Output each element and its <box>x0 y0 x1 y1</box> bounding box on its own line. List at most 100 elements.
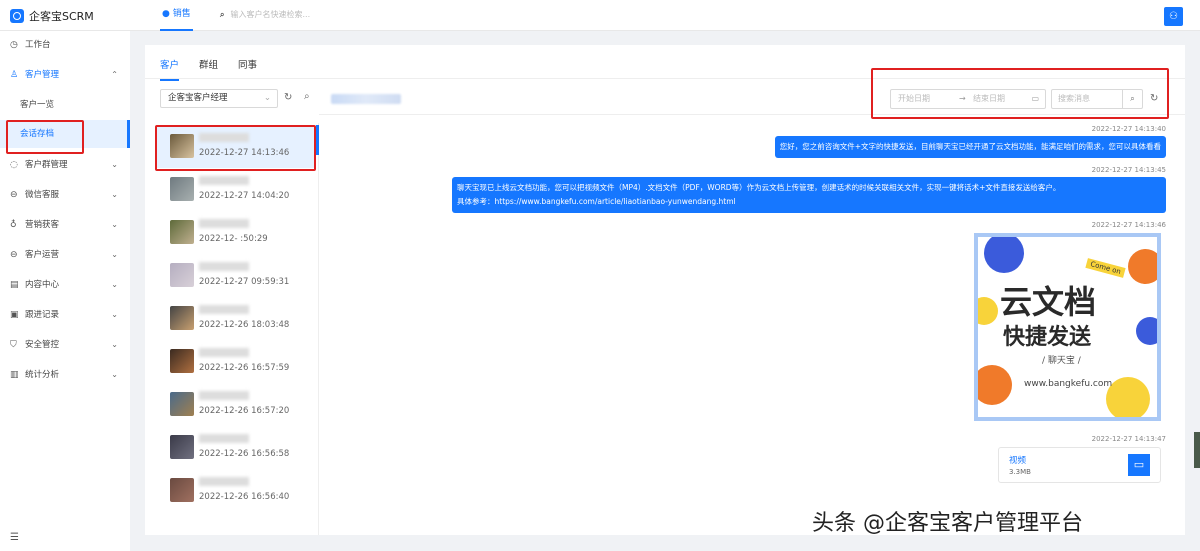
user-avatar-button[interactable]: ⚇ <box>1164 7 1183 26</box>
decor-circle <box>978 297 998 325</box>
decor-circle <box>1106 377 1150 417</box>
decor-circle <box>978 365 1012 405</box>
label: 统计分析 <box>25 370 60 380</box>
top-bar: 企客宝SCRM ● 销售 ⌕ 输入客户名快速检索... ⚇ <box>0 0 1200 31</box>
file-message[interactable]: 视频 3.3MB ▭ <box>998 447 1161 483</box>
chevron-down-icon: ⌄ <box>111 190 118 199</box>
contact-time: 2022-12-26 16:56:58 <box>199 449 290 459</box>
contact-item[interactable]: 2022-12-27 09:59:31 <box>157 255 315 297</box>
avatar <box>170 263 194 287</box>
contact-name-blurred <box>199 391 249 400</box>
label: 内容中心 <box>25 280 60 290</box>
app-logo[interactable]: 企客宝SCRM <box>10 8 94 24</box>
file-size: 3.3MB <box>1009 468 1031 476</box>
contact-time: 2022-12-27 09:59:31 <box>199 277 290 287</box>
contact-list-scrollbar[interactable] <box>316 125 319 155</box>
contact-name-blurred <box>199 305 249 314</box>
sidebar-item-wechat-service[interactable]: ⊖ 微信客服 ⌄ <box>0 181 130 209</box>
sidebar-item-dashboard[interactable]: ◷ 工作台 <box>0 31 130 59</box>
contact-name-blurred <box>199 477 249 486</box>
divider <box>318 123 319 535</box>
sidebar-item-statistics[interactable]: ▥ 统计分析 ⌄ <box>0 361 130 389</box>
contact-time: 2022-12-26 16:57:20 <box>199 406 290 416</box>
operation-icon: ⊖ <box>10 250 18 260</box>
nav-tab-label: 销售 <box>172 9 191 19</box>
highlight-box <box>871 68 1169 119</box>
record-icon: ▣ <box>10 310 19 320</box>
staff-select[interactable]: 企客宝客户经理 ⌄ <box>160 89 278 108</box>
file-name: 视频 <box>1009 456 1027 466</box>
contact-name-blurred <box>199 219 249 228</box>
contact-name-blurred <box>199 348 249 357</box>
message-link[interactable]: 具体参考：https://www.bangkefu.com/article/li… <box>457 195 1161 209</box>
dashboard-icon: ◷ <box>10 40 18 50</box>
message-time: 2022-12-27 14:13:45 <box>1091 166 1166 174</box>
contact-name-blurred <box>199 434 249 443</box>
group-icon: ◌ <box>10 160 18 170</box>
location-icon: ♁ <box>10 220 17 230</box>
sidebar-item-group-management[interactable]: ◌ 客户群管理 ⌄ <box>0 151 130 179</box>
chevron-down-icon: ⌄ <box>111 310 118 319</box>
avatar <box>170 306 194 330</box>
avatar <box>170 220 194 244</box>
sidebar-item-records[interactable]: ▣ 跟进记录 ⌄ <box>0 301 130 329</box>
image-title: 云文档 <box>1000 283 1097 321</box>
label: 客户一览 <box>20 100 55 110</box>
search-icon[interactable]: ⌕ <box>304 91 310 102</box>
decor-circle <box>1128 249 1157 284</box>
collapse-menu-icon[interactable]: ☰ <box>10 532 19 543</box>
sidebar: ◷ 工作台 ♙ 客户管理 ⌃ 客户一览 会话存档 ◌ 客户群管理 ⌄ ⊖ 微信客服 ⌄ ♁ 营销… <box>0 31 130 551</box>
chevron-down-icon: ⌄ <box>111 340 118 349</box>
highlight-box <box>155 125 316 171</box>
contact-time: 2022-12-27 14:04:20 <box>199 191 290 201</box>
label: 营销获客 <box>25 220 60 230</box>
message-text: 聊天宝现已上线云文档功能，您可以把视频文件（MP4）.文档文件（PDF，WORD… <box>457 183 1061 192</box>
contact-item[interactable]: 2022-12-27 14:04:20 <box>157 169 315 211</box>
chat-contact-name <box>331 94 401 104</box>
label: 跟进记录 <box>25 310 60 320</box>
contact-item[interactable]: 2022-12-26 16:57:59 <box>157 341 315 383</box>
label: 客户运营 <box>25 250 60 260</box>
label: 客户群管理 <box>25 160 68 170</box>
refresh-icon[interactable]: ↻ <box>284 92 292 103</box>
staff-select-value: 企客宝客户经理 <box>168 93 228 103</box>
contact-item[interactable]: 2022-12-26 16:56:58 <box>157 427 315 469</box>
contact-item[interactable]: 2022-12-26 16:56:40 <box>157 470 315 512</box>
avatar <box>170 392 194 416</box>
nav-tab-sales[interactable]: ● 销售 <box>160 0 193 31</box>
chevron-down-icon: ⌄ <box>111 250 118 259</box>
message-bubble: 聊天宝现已上线云文档功能，您可以把视频文件（MP4）.文档文件（PDF，WORD… <box>452 177 1166 213</box>
decor-circle <box>1136 317 1157 345</box>
sidebar-item-operation[interactable]: ⊖ 客户运营 ⌄ <box>0 241 130 269</box>
sidebar-item-content[interactable]: ▤ 内容中心 ⌄ <box>0 271 130 299</box>
contact-time: 2022-12-26 16:57:59 <box>199 363 290 373</box>
contact-name-blurred <box>199 262 249 271</box>
sidebar-item-marketing[interactable]: ♁ 营销获客 ⌄ <box>0 211 130 239</box>
global-search-input[interactable]: ⌕ 输入客户名快速检索... <box>220 9 310 20</box>
sidebar-item-security[interactable]: ⛉ 安全管控 ⌄ <box>0 331 130 359</box>
avatar <box>170 478 194 502</box>
contact-time: 2022-12-26 16:56:40 <box>199 492 290 502</box>
contact-item[interactable]: 2022-12-26 16:57:20 <box>157 384 315 426</box>
shield-icon: ⛉ <box>10 340 17 350</box>
sidebar-item-customer-list[interactable]: 客户一览 <box>0 91 130 119</box>
chevron-down-icon: ⌄ <box>263 93 271 103</box>
contact-item[interactable]: 2022-12-26 18:03:48 <box>157 298 315 340</box>
chevron-up-icon: ⌃ <box>111 70 118 79</box>
customer-icon: ♙ <box>10 70 19 80</box>
chevron-down-icon: ⌄ <box>111 280 118 289</box>
message-time: 2022-12-27 14:13:47 <box>1091 435 1166 443</box>
search-icon: ⌕ <box>220 10 225 19</box>
logo-icon <box>10 9 24 23</box>
message-time: 2022-12-27 14:13:40 <box>1091 125 1166 133</box>
image-url: www.bangkefu.com <box>1024 379 1113 389</box>
image-subtitle: 快捷发送 <box>1003 325 1092 350</box>
image-message[interactable]: Come on 云文档 快捷发送 / 聊天宝 / www.bangkefu.co… <box>974 233 1161 421</box>
wechat-service-icon: ⊖ <box>10 190 18 200</box>
app-title: 企客宝SCRM <box>29 10 94 23</box>
sidebar-item-customer-management[interactable]: ♙ 客户管理 ⌃ <box>0 61 130 89</box>
avatar <box>170 349 194 373</box>
label: 微信客服 <box>25 190 60 200</box>
side-handle[interactable] <box>1194 432 1200 468</box>
contact-item[interactable]: 2022-12- :50:29 <box>157 212 315 254</box>
